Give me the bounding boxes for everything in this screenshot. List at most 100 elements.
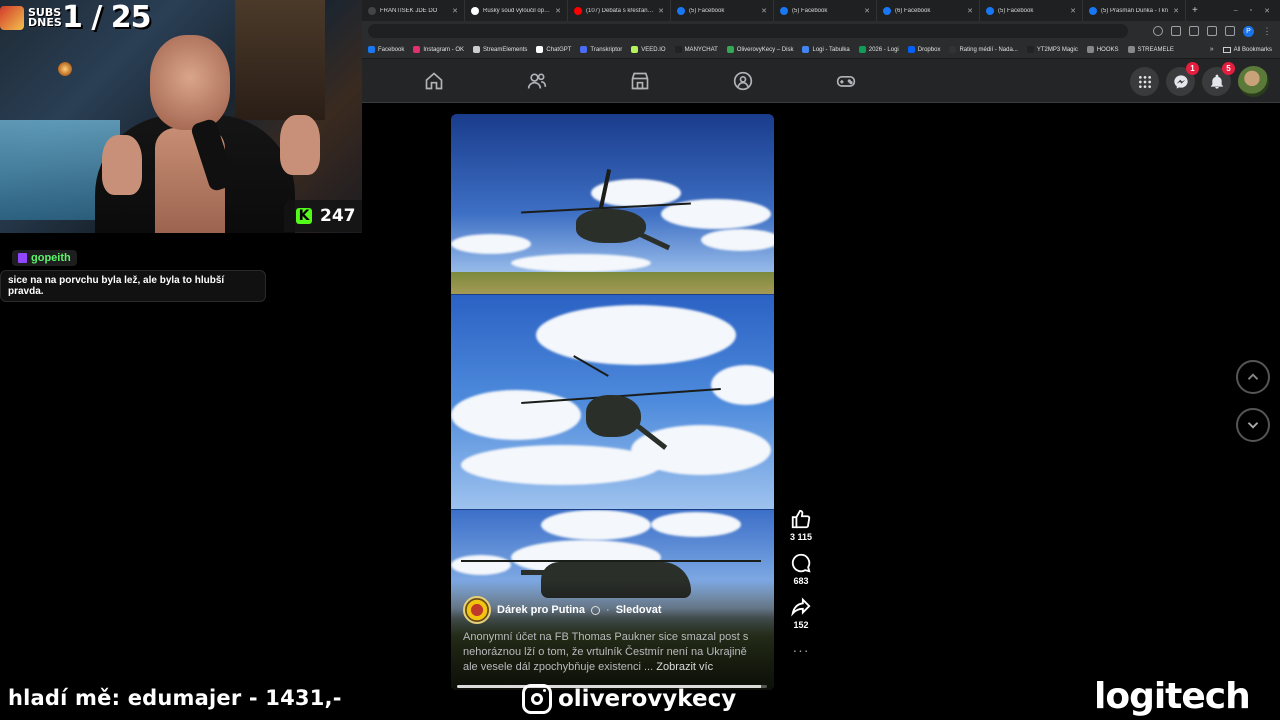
bookmark-label: YT2MP3 Magic bbox=[1036, 46, 1078, 53]
browser-tab[interactable]: (6) Facebook ✕ bbox=[877, 0, 980, 21]
bookmark-favicon-icon bbox=[1086, 46, 1094, 53]
browser-tab[interactable]: (107) Debata s křesťany n ✕ bbox=[568, 0, 671, 21]
thumbs-up-icon bbox=[791, 509, 811, 529]
comment-count: 683 bbox=[793, 576, 809, 586]
groups-icon[interactable] bbox=[733, 71, 753, 91]
comment-icon bbox=[791, 553, 811, 573]
all-bookmarks-button[interactable]: All Bookmarks bbox=[1222, 46, 1280, 53]
zoom-icon[interactable] bbox=[1153, 26, 1163, 36]
author-avatar[interactable] bbox=[463, 596, 491, 624]
bookmark-item[interactable]: HOOKS bbox=[1086, 46, 1119, 53]
friends-icon[interactable] bbox=[527, 71, 547, 91]
new-tab-button[interactable]: + bbox=[1186, 5, 1204, 16]
account-avatar[interactable] bbox=[1238, 66, 1269, 97]
close-window-icon[interactable]: ✕ bbox=[1264, 7, 1270, 15]
browser-tab[interactable]: (5) Facebook ✕ bbox=[980, 0, 1083, 21]
bookmark-label: 2026 - Logi bbox=[868, 46, 899, 53]
menu-grid-button[interactable] bbox=[1130, 67, 1159, 96]
browser-tab[interactable]: (5) Prasman Dunka - I kn ✕ bbox=[1083, 0, 1186, 21]
close-tab-icon[interactable]: ✕ bbox=[1070, 7, 1076, 15]
webcam-background-bookcase bbox=[235, 0, 325, 120]
close-tab-icon[interactable]: ✕ bbox=[864, 7, 870, 15]
reel-author-row: Dárek pro Putina · Sledovat bbox=[463, 596, 662, 624]
install-app-icon[interactable] bbox=[1171, 26, 1181, 36]
helicopter-2 bbox=[521, 355, 741, 465]
more-options-button[interactable]: ··· bbox=[793, 642, 810, 658]
share-icon bbox=[791, 597, 811, 617]
video-frame-1 bbox=[451, 114, 774, 294]
browser-tab[interactable]: Ruský soud vyloučil opozi ✕ bbox=[465, 0, 568, 21]
star-icon[interactable] bbox=[1189, 26, 1199, 36]
bookmark-label: MANYCHAT bbox=[684, 46, 718, 53]
browser-tab[interactable]: (5) Facebook ✕ bbox=[671, 0, 774, 21]
bookmark-favicon-icon bbox=[631, 46, 639, 53]
sidepanel-icon[interactable] bbox=[1225, 26, 1235, 36]
subs-counter: SUBS DNES 1 / 25 bbox=[0, 0, 151, 35]
bookmark-item[interactable]: Facebook bbox=[368, 46, 404, 53]
tab-label: FRANTIŠEK JDE DO bbox=[380, 7, 438, 14]
extensions-icon[interactable] bbox=[1207, 26, 1217, 36]
bookmark-item[interactable]: MANYCHAT bbox=[674, 46, 718, 53]
video-frame-2 bbox=[451, 295, 774, 509]
bookmark-favicon-icon bbox=[1026, 46, 1034, 53]
close-tab-icon[interactable]: ✕ bbox=[761, 7, 767, 15]
browser-tab[interactable]: FRANTIŠEK JDE DO ✕ bbox=[362, 0, 465, 21]
comment-button[interactable]: 683 bbox=[790, 552, 812, 586]
close-tab-icon[interactable]: ✕ bbox=[658, 7, 664, 15]
messenger-button[interactable]: 1 bbox=[1166, 62, 1199, 96]
tab-favicon-icon bbox=[883, 6, 891, 15]
tab-favicon-icon bbox=[471, 6, 479, 15]
bookmark-item[interactable]: Dropbox bbox=[907, 46, 941, 53]
minimize-icon[interactable]: – bbox=[1234, 7, 1238, 15]
subs-label: SUBS DNES bbox=[28, 5, 62, 29]
bookmark-item[interactable]: Logi - Tabulka bbox=[802, 46, 850, 53]
browser-tab[interactable]: (5) Facebook ✕ bbox=[774, 0, 877, 21]
bookmark-favicon-icon bbox=[413, 46, 421, 53]
bookmark-favicon-icon bbox=[536, 46, 544, 53]
separator: · bbox=[606, 604, 610, 616]
tab-label: (5) Facebook bbox=[998, 7, 1034, 14]
author-name[interactable]: Dárek pro Putina bbox=[497, 604, 585, 616]
home-icon[interactable] bbox=[424, 71, 444, 91]
toolbar-icons: P ⋮ bbox=[1153, 25, 1280, 37]
next-reel-button[interactable] bbox=[1236, 408, 1270, 442]
bookmark-item[interactable]: ChatGPT bbox=[536, 46, 571, 53]
close-tab-icon[interactable]: ✕ bbox=[555, 7, 561, 15]
bookmark-label: Transkriptor bbox=[590, 46, 623, 53]
close-tab-icon[interactable]: ✕ bbox=[967, 7, 973, 15]
close-tab-icon[interactable]: ✕ bbox=[452, 7, 458, 15]
bookmark-item[interactable]: Transkriptor bbox=[580, 46, 622, 53]
maximize-icon[interactable]: ▫ bbox=[1250, 7, 1252, 15]
twitch-icon bbox=[18, 253, 27, 263]
address-bar-row: P ⋮ bbox=[362, 21, 1280, 41]
bookmark-label: Rating médií - Nada... bbox=[959, 46, 1018, 53]
browser-tab-strip: FRANTIŠEK JDE DO ✕ Ruský soud vyloučil opo… bbox=[362, 0, 1280, 21]
kick-viewers: 247 bbox=[320, 206, 356, 226]
bookmark-favicon-icon bbox=[580, 46, 588, 53]
bookmark-item[interactable]: 2026 - Logi bbox=[858, 46, 899, 53]
webcam-lamp bbox=[58, 62, 72, 76]
donation-ticker: hladí mě: edumajer - 1431,- bbox=[8, 686, 342, 710]
see-more-link[interactable]: Zobrazit víc bbox=[656, 661, 713, 673]
profile-avatar[interactable]: P bbox=[1243, 25, 1254, 37]
bookmark-item[interactable]: YT2MP3 Magic bbox=[1026, 46, 1078, 53]
close-tab-icon[interactable]: ✕ bbox=[1173, 7, 1179, 15]
share-button[interactable]: 152 bbox=[790, 596, 812, 630]
bookmark-item[interactable]: StreamElements bbox=[473, 46, 527, 53]
follow-button[interactable]: Sledovat bbox=[616, 604, 662, 616]
menu-icon[interactable]: ⋮ bbox=[1262, 26, 1272, 36]
bookmark-item[interactable]: Instagram - OK bbox=[413, 46, 464, 53]
marketplace-icon[interactable] bbox=[630, 71, 650, 91]
bookmark-label: Dropbox bbox=[917, 46, 941, 53]
bookmark-label: Instagram - OK bbox=[423, 46, 465, 53]
address-input[interactable] bbox=[368, 24, 1128, 38]
gaming-icon[interactable] bbox=[836, 71, 856, 91]
bookmark-item[interactable]: Rating médií - Nada... bbox=[949, 46, 1018, 53]
bookmarks-overflow-button[interactable]: » bbox=[1210, 46, 1214, 53]
bookmark-item[interactable]: STREAMELE bbox=[1127, 46, 1174, 53]
bookmark-item[interactable]: OliverovyKecy – Disk bbox=[726, 46, 793, 53]
notifications-button[interactable]: 5 bbox=[1202, 62, 1235, 96]
previous-reel-button[interactable] bbox=[1236, 360, 1270, 394]
bookmark-item[interactable]: VEED.IO bbox=[631, 46, 666, 53]
like-button[interactable]: 3 115 bbox=[790, 508, 812, 542]
